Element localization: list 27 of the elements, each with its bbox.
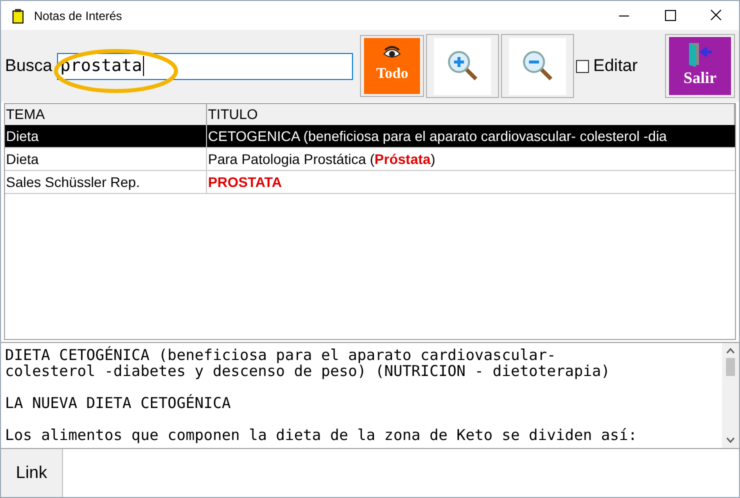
zoom-out-icon <box>522 50 554 82</box>
zoom-in-button[interactable] <box>426 34 500 98</box>
scroll-down-icon[interactable] <box>726 437 735 443</box>
zoom-in-icon <box>446 50 479 82</box>
window-title: Notas de Interés <box>34 8 122 24</box>
table-cell-text: CETOGENICA (beneficiosa para el aparato cardiovascular- colesterol -dia <box>207 127 668 146</box>
scroll-up-icon[interactable] <box>726 348 735 354</box>
table-cell: Sales Schüssler Rep. <box>5 171 207 193</box>
search-field[interactable]: prostata <box>57 52 354 80</box>
door-arrow-icon <box>686 41 714 67</box>
scrollbar[interactable] <box>722 343 739 448</box>
eye-icon <box>382 46 402 60</box>
note-text: DIETA CETOGÉNICA (beneficiosa para el aparato cardiovascular- colesterol -diabetes y descenso de peso) (NUTRICION - dietoterapia) LA NUEVA DIETA CETOGÉNICA Los alimentos que componen la dieta de la zona de Keto se dividen así: <box>4 345 638 446</box>
edit-label: Editar <box>593 55 638 78</box>
table-cell-text: Para Patologia Prostática (Próstata) <box>207 150 436 169</box>
search-label: Busca <box>5 55 52 78</box>
table-cell: Dieta <box>5 125 207 147</box>
table-row[interactable]: Dieta Para Patologia Prostática (Próstata) <box>5 148 735 171</box>
notepad-icon <box>11 8 25 24</box>
scrollbar-thumb[interactable] <box>726 358 735 376</box>
link-button[interactable]: Link <box>1 449 63 497</box>
table-cell-text: PROSTATA <box>207 173 283 192</box>
exit-button[interactable]: Salir <box>669 37 731 95</box>
table-row[interactable]: Dieta CETOGENICA (beneficiosa para el aparato cardiovascular- colesterol -dia <box>5 125 735 148</box>
table-cell: Dieta <box>5 148 207 170</box>
table-row[interactable]: Sales Schüssler Rep. PROSTATA <box>5 171 735 194</box>
edit-checkbox[interactable] <box>576 60 590 72</box>
